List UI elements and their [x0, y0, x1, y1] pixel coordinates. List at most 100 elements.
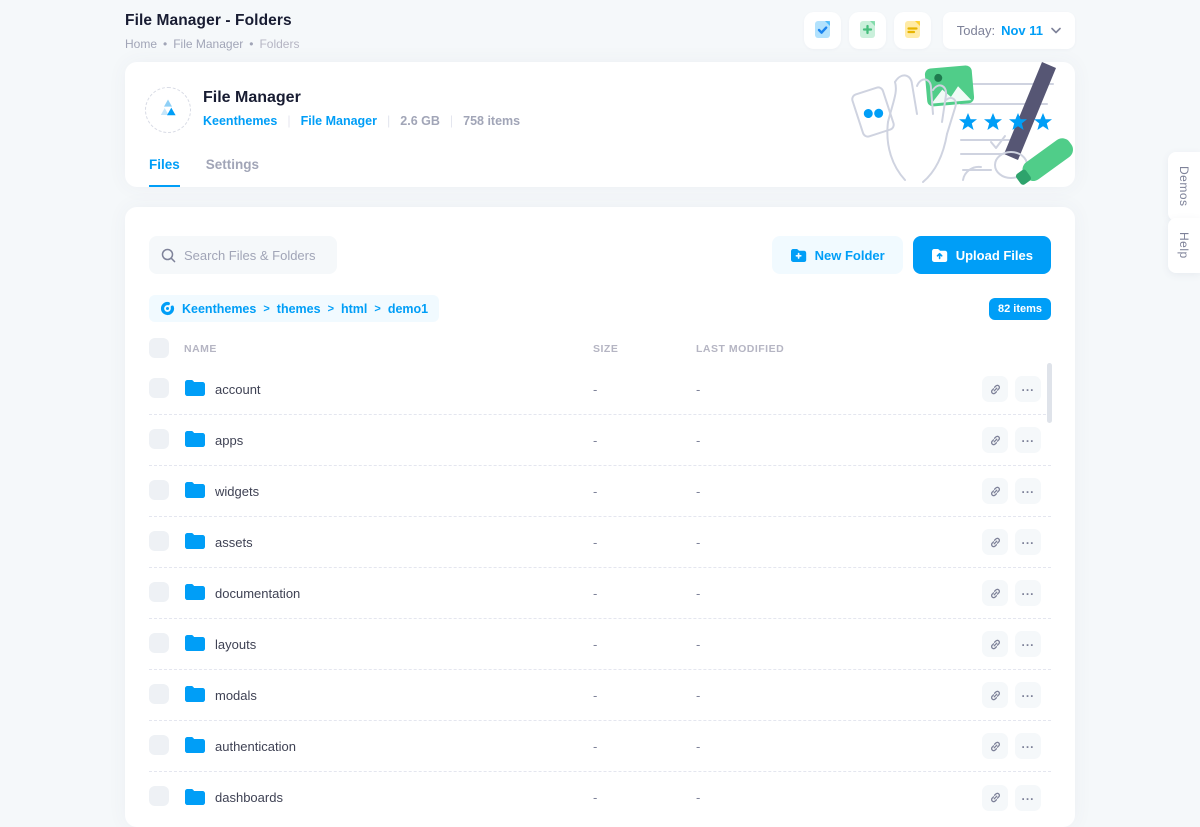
file-lines-icon — [902, 19, 923, 43]
folder-name-link[interactable]: account — [215, 382, 261, 397]
more-actions-button[interactable]: ... — [1015, 785, 1041, 811]
folder-icon — [184, 583, 205, 603]
breadcrumb-home[interactable]: Home — [125, 37, 157, 51]
column-header-modified[interactable]: LAST MODIFIED — [696, 343, 977, 355]
folder-name-link[interactable]: authentication — [215, 739, 296, 754]
file-plus-button[interactable] — [849, 12, 886, 49]
more-actions-button[interactable]: ... — [1015, 529, 1041, 555]
row-checkbox[interactable] — [149, 786, 169, 806]
folder-name-link[interactable]: apps — [215, 433, 243, 448]
size-value: - — [593, 382, 696, 397]
vendor-link[interactable]: Keenthemes — [203, 114, 277, 128]
folder-name-link[interactable]: layouts — [215, 637, 256, 652]
side-tab-help[interactable]: Help — [1168, 218, 1200, 273]
folder-icon — [184, 685, 205, 705]
row-checkbox[interactable] — [149, 531, 169, 551]
copy-link-button[interactable] — [982, 785, 1008, 811]
path-segment-2[interactable]: html — [341, 302, 367, 316]
size-value: - — [593, 790, 696, 805]
column-header-size[interactable]: SIZE — [593, 343, 696, 355]
folder-icon — [184, 634, 205, 654]
row-checkbox[interactable] — [149, 429, 169, 449]
copy-link-button[interactable] — [982, 631, 1008, 657]
more-actions-button[interactable]: ... — [1015, 580, 1041, 606]
breadcrumb-file-manager[interactable]: File Manager — [173, 37, 243, 51]
keenthemes-logo-icon — [156, 98, 180, 123]
table-row: account - - ... — [149, 364, 1051, 415]
folder-icon — [184, 788, 205, 808]
chevron-right-icon: > — [374, 303, 380, 315]
size-value: - — [593, 484, 696, 499]
folder-name-link[interactable]: modals — [215, 688, 257, 703]
file-toolbar: New Folder Upload Files — [125, 207, 1075, 274]
app-logo-avatar — [145, 87, 191, 133]
search-input[interactable] — [184, 248, 325, 263]
copy-link-button[interactable] — [982, 580, 1008, 606]
list-scrollbar[interactable] — [1047, 363, 1052, 423]
file-lines-button[interactable] — [894, 12, 931, 49]
copy-link-button[interactable] — [982, 682, 1008, 708]
table-header-row: NAME SIZE LAST MODIFIED — [149, 334, 1051, 364]
table-row: modals - - ... — [149, 670, 1051, 721]
more-actions-button[interactable]: ... — [1015, 427, 1041, 453]
items-count-badge: 82 items — [989, 298, 1051, 320]
tab-settings[interactable]: Settings — [206, 157, 259, 187]
breadcrumb-folders: Folders — [259, 37, 299, 51]
folder-name-link[interactable]: documentation — [215, 586, 300, 601]
row-checkbox[interactable] — [149, 633, 169, 653]
folder-name-link[interactable]: assets — [215, 535, 253, 550]
folder-upload-icon — [931, 248, 948, 263]
chevron-right-icon: > — [263, 303, 269, 315]
table-row: layouts - - ... — [149, 619, 1051, 670]
folder-name-link[interactable]: dashboards — [215, 790, 283, 805]
folder-icon — [184, 736, 205, 756]
copy-link-button[interactable] — [982, 478, 1008, 504]
new-folder-label: New Folder — [815, 248, 885, 263]
select-all-checkbox[interactable] — [149, 338, 169, 358]
row-checkbox[interactable] — [149, 684, 169, 704]
file-plus-icon — [857, 19, 878, 43]
row-checkbox[interactable] — [149, 378, 169, 398]
modified-value: - — [696, 535, 977, 550]
modified-value: - — [696, 382, 977, 397]
date-picker[interactable]: Today: Nov 11 — [943, 12, 1075, 49]
more-actions-button[interactable]: ... — [1015, 682, 1041, 708]
overview-card: File Manager Keenthemes | File Manager |… — [125, 62, 1075, 187]
file-check-icon — [812, 19, 833, 43]
copy-link-button[interactable] — [982, 427, 1008, 453]
file-check-button[interactable] — [804, 12, 841, 49]
side-tab-demos[interactable]: Demos — [1168, 152, 1200, 221]
folder-plus-icon — [790, 248, 807, 263]
breadcrumb-bullet: • — [163, 37, 167, 51]
modified-value: - — [696, 433, 977, 448]
overview-card-top: File Manager Keenthemes | File Manager |… — [125, 62, 1075, 133]
path-segment-1[interactable]: themes — [277, 302, 321, 316]
column-header-name[interactable]: NAME — [184, 343, 593, 355]
toolbar-buttons: New Folder Upload Files — [772, 236, 1051, 274]
copy-link-button[interactable] — [982, 376, 1008, 402]
path-segment-3[interactable]: demo1 — [388, 302, 428, 316]
row-checkbox[interactable] — [149, 582, 169, 602]
size-value: - — [593, 637, 696, 652]
upload-files-button[interactable]: Upload Files — [913, 236, 1051, 274]
file-manager-card: New Folder Upload Files Keenthemes > the… — [125, 207, 1075, 827]
copy-link-button[interactable] — [982, 733, 1008, 759]
more-actions-button[interactable]: ... — [1015, 478, 1041, 504]
more-actions-button[interactable]: ... — [1015, 631, 1041, 657]
row-checkbox[interactable] — [149, 480, 169, 500]
app-link[interactable]: File Manager — [301, 114, 377, 128]
overview-meta: File Manager Keenthemes | File Manager |… — [203, 87, 520, 128]
size-value: - — [593, 688, 696, 703]
divider: | — [387, 114, 390, 128]
app-title: File Manager — [203, 89, 520, 107]
more-actions-button[interactable]: ... — [1015, 733, 1041, 759]
copy-link-button[interactable] — [982, 529, 1008, 555]
folder-name-link[interactable]: widgets — [215, 484, 259, 499]
path-segment-root[interactable]: Keenthemes — [182, 302, 256, 316]
row-checkbox[interactable] — [149, 735, 169, 755]
tab-files[interactable]: Files — [149, 157, 180, 187]
search-box[interactable] — [149, 236, 337, 274]
page-head-left: File Manager - Folders Home• File Manage… — [125, 12, 299, 51]
new-folder-button[interactable]: New Folder — [772, 236, 903, 274]
more-actions-button[interactable]: ... — [1015, 376, 1041, 402]
